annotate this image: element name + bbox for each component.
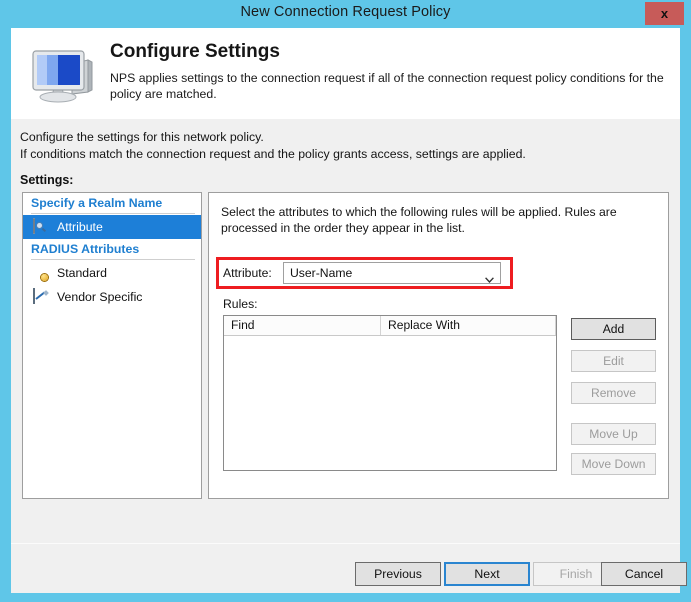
tree-item-attribute[interactable]: Attribute bbox=[23, 215, 201, 239]
cancel-button[interactable]: Cancel bbox=[601, 562, 687, 586]
tree-item-standard-label: Standard bbox=[57, 266, 107, 280]
attribute-label: Attribute: bbox=[223, 266, 272, 280]
close-button[interactable]: x bbox=[645, 2, 684, 25]
tree-item-standard[interactable]: Standard bbox=[23, 261, 201, 285]
previous-button[interactable]: Previous bbox=[355, 562, 441, 586]
rules-table-header: Find Replace With bbox=[224, 316, 556, 336]
tree-group-radius: RADIUS Attributes bbox=[23, 239, 201, 261]
rules-column-replace-with[interactable]: Replace With bbox=[381, 316, 556, 335]
detail-panel: Select the attributes to which the follo… bbox=[208, 192, 669, 499]
title-bar: New Connection Request Policy x bbox=[0, 0, 691, 28]
next-button[interactable]: Next bbox=[444, 562, 530, 586]
tree-group-realm: Specify a Realm Name bbox=[23, 193, 201, 215]
intro-text-line-1: Configure the settings for this network … bbox=[20, 130, 264, 144]
move-down-button: Move Down bbox=[571, 453, 656, 475]
header-banner: Configure Settings NPS applies settings … bbox=[11, 28, 680, 119]
add-button[interactable]: Add bbox=[571, 318, 656, 340]
page-description: NPS applies settings to the connection r… bbox=[110, 71, 664, 101]
tree-item-vendor-specific[interactable]: Vendor Specific bbox=[23, 285, 201, 309]
pencil-panel-icon bbox=[33, 287, 50, 306]
dialog-body: Configure the settings for this network … bbox=[11, 119, 687, 593]
globe-icon bbox=[33, 265, 50, 282]
settings-tree[interactable]: Specify a Realm Name Attribute RADIUS At… bbox=[22, 192, 202, 499]
move-up-button: Move Up bbox=[571, 423, 656, 445]
settings-label: Settings: bbox=[20, 173, 74, 187]
tree-item-vendor-specific-label: Vendor Specific bbox=[57, 290, 143, 304]
page-title: Configure Settings bbox=[110, 41, 280, 62]
attribute-dropdown[interactable]: User-Name bbox=[283, 262, 501, 284]
rules-table[interactable]: Find Replace With bbox=[223, 315, 557, 471]
computer-monitor-icon bbox=[28, 42, 100, 106]
tree-item-attribute-label: Attribute bbox=[57, 220, 103, 234]
window-title: New Connection Request Policy bbox=[240, 4, 451, 20]
edit-button: Edit bbox=[571, 350, 656, 372]
attribute-document-icon bbox=[33, 217, 50, 236]
rules-column-find[interactable]: Find bbox=[224, 316, 381, 335]
remove-button: Remove bbox=[571, 382, 656, 404]
detail-description: Select the attributes to which the follo… bbox=[221, 205, 617, 235]
rules-label: Rules: bbox=[223, 297, 258, 311]
dialog-window: New Connection Request Policy x Configur… bbox=[0, 0, 691, 602]
intro-text-line-2: If conditions match the connection reque… bbox=[20, 147, 526, 161]
rules-table-body[interactable] bbox=[224, 336, 556, 470]
chevron-down-icon bbox=[485, 270, 494, 284]
attribute-dropdown-value: User-Name bbox=[290, 266, 353, 280]
footer-separator bbox=[11, 543, 680, 544]
